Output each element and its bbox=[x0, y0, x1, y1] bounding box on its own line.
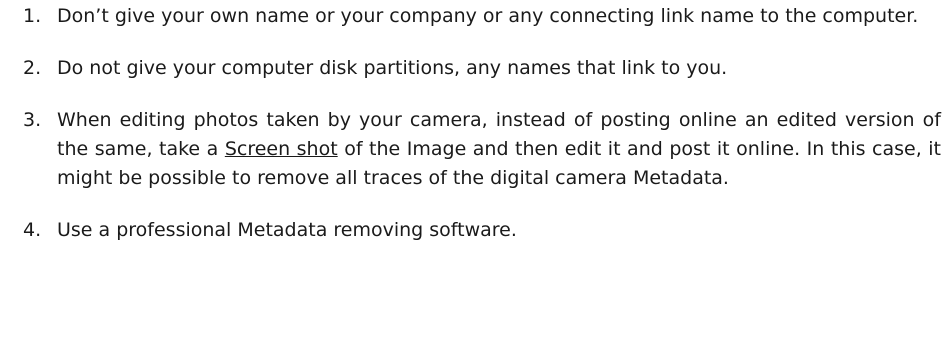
list-item: 4. Use a professional Metadata removing … bbox=[0, 216, 951, 245]
list-item: 3. When editing photos taken by your cam… bbox=[0, 106, 951, 193]
tips-list: 1. Don’t give your own name or your comp… bbox=[0, 2, 951, 268]
list-item-text: Use a professional Metadata removing sof… bbox=[57, 219, 517, 241]
list-item-text: Don’t give your own name or your company… bbox=[57, 5, 919, 27]
list-item-number: 3. bbox=[23, 109, 42, 131]
list-item-number: 1. bbox=[23, 5, 42, 27]
list-item-text: Do not give your computer disk partition… bbox=[57, 57, 728, 79]
list-item-number: 2. bbox=[23, 57, 42, 79]
screen-shot-link[interactable]: Screen shot bbox=[225, 138, 338, 160]
list-item-number: 4. bbox=[23, 219, 42, 241]
list-item: 1. Don’t give your own name or your comp… bbox=[0, 2, 951, 31]
list-item: 2. Do not give your computer disk partit… bbox=[0, 54, 951, 83]
